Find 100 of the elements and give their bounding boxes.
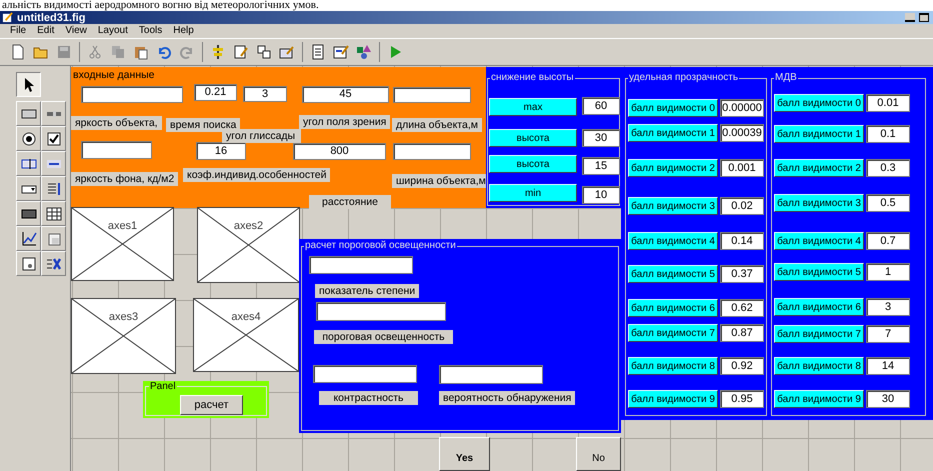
input-field[interactable] [81, 141, 152, 159]
input-field[interactable] [313, 365, 417, 383]
maximize-icon[interactable] [919, 13, 929, 22]
field-label: балл видимости 9 [774, 390, 864, 408]
panel-icon [46, 230, 62, 246]
input-field[interactable]: 0.3 [866, 159, 910, 177]
input-field[interactable]: 0.02 [720, 197, 764, 215]
input-field[interactable]: 0.37 [720, 265, 764, 283]
input-field[interactable]: 0.1 [866, 125, 910, 143]
property-sheet-icon[interactable] [333, 44, 349, 60]
input-field[interactable]: 60 [582, 97, 620, 115]
axes-icon [20, 230, 36, 246]
input-field[interactable] [81, 86, 183, 103]
input-field[interactable]: 30 [866, 390, 910, 408]
field-label: балл видимости 9 [628, 390, 718, 408]
group-title: удельная прозрачность [628, 72, 740, 84]
input-field[interactable]: 0.21 [194, 84, 237, 101]
field-label: балл видимости 2 [628, 159, 718, 177]
input-field[interactable]: 45 [302, 86, 389, 103]
input-field[interactable]: 0.92 [720, 357, 764, 375]
field-label: вероятность обнаружения [439, 391, 576, 405]
input-field[interactable]: 0.7 [866, 232, 910, 250]
field-label: показатель степени [315, 284, 420, 298]
paste-icon[interactable] [133, 44, 149, 60]
field-label: высота [489, 155, 577, 173]
checkbox-icon [46, 130, 62, 146]
field-label: угол поля зрения [299, 115, 390, 129]
input-field[interactable] [309, 256, 413, 274]
input-field[interactable] [439, 365, 543, 384]
button-group-icon [20, 256, 36, 272]
menu-item[interactable]: View [65, 25, 87, 37]
input-field[interactable]: 800 [293, 143, 386, 160]
field-label: балл видимости 5 [628, 265, 718, 283]
calculate-button[interactable]: расчет [180, 395, 243, 415]
input-field[interactable]: 7 [866, 325, 910, 343]
field-label: балл видимости 7 [628, 324, 718, 342]
new-file-icon[interactable] [10, 44, 26, 60]
field-label: высота [489, 129, 577, 147]
field-label: расстояние [309, 195, 391, 209]
menu-item[interactable]: Layout [98, 25, 128, 37]
field-label: длина объекта,м [392, 118, 482, 132]
input-field[interactable]: 16 [196, 142, 246, 160]
radio-button-icon [20, 130, 36, 146]
field-label: балл видимости 6 [628, 299, 718, 317]
panel-title: Panel [149, 381, 177, 392]
input-field[interactable]: 30 [582, 129, 620, 147]
menu-item[interactable]: Edit [37, 25, 54, 37]
field-label: контрастность [319, 391, 418, 405]
field-label: балл видимости 5 [774, 263, 864, 281]
menu-item[interactable]: File [10, 25, 26, 37]
field-label: яркость объекта, [71, 116, 162, 130]
window-title: untitled31.fig [17, 12, 86, 24]
document-pencil-icon[interactable] [233, 44, 249, 60]
activex-icon [46, 256, 62, 272]
input-field[interactable]: 14 [866, 357, 910, 375]
input-field[interactable]: 15 [582, 157, 620, 175]
input-field[interactable]: 0.62 [720, 299, 764, 317]
group-title: расчет пороговой освещенности [304, 240, 457, 252]
input-field[interactable]: 0.01 [866, 94, 910, 112]
shapes-icon[interactable] [356, 44, 372, 60]
input-field[interactable] [393, 143, 471, 160]
menu-item[interactable]: Help [173, 25, 194, 37]
field-label: коэф.индивид.особенностей [183, 168, 330, 182]
input-field[interactable]: 0.00039 [720, 124, 764, 142]
menu-item[interactable]: Tools [138, 25, 162, 37]
field-label: балл видимости 6 [774, 298, 864, 316]
field-label: балл видимости 1 [774, 125, 864, 143]
field-label: угол глиссады [222, 129, 301, 143]
tab-order-icon[interactable] [256, 44, 272, 60]
editor-page-icon[interactable] [310, 44, 326, 60]
field-label: балл видимости 2 [774, 159, 864, 177]
input-field[interactable] [316, 302, 446, 321]
push-button[interactable]: No [576, 437, 621, 471]
field-label: время поиска [166, 118, 240, 132]
input-field[interactable]: 0.00000 [720, 99, 764, 117]
input-field[interactable]: 0.001 [720, 159, 764, 177]
panel-title: входные данные [73, 69, 154, 81]
input-field[interactable]: 0.14 [720, 232, 764, 250]
input-field[interactable]: 0.87 [720, 324, 764, 342]
align-icon[interactable] [210, 44, 226, 60]
field-label: яркость фона, кд/м2 [71, 172, 178, 186]
input-field[interactable]: 0.5 [866, 194, 910, 212]
field-label: балл видимости 4 [628, 232, 718, 250]
toolbar-editor-icon[interactable] [279, 44, 295, 60]
listbox-icon [46, 180, 62, 196]
input-field[interactable]: 1 [866, 263, 910, 281]
input-field[interactable]: 3 [243, 86, 287, 102]
input-field[interactable] [393, 87, 471, 103]
field-label: балл видимости 4 [774, 232, 864, 250]
input-field[interactable]: 0.95 [720, 390, 764, 408]
field-label: балл видимости 7 [774, 325, 864, 343]
input-field[interactable]: 3 [866, 298, 910, 316]
push-button[interactable]: Yes [439, 437, 490, 471]
axes-label: axes1 [108, 220, 138, 232]
undo-icon[interactable] [156, 44, 172, 60]
field-label: max [489, 98, 577, 116]
minimize-icon[interactable] [905, 13, 915, 22]
axes-label: axes2 [234, 220, 264, 232]
input-field[interactable]: 10 [582, 186, 620, 204]
palette-button[interactable] [16, 72, 41, 97]
